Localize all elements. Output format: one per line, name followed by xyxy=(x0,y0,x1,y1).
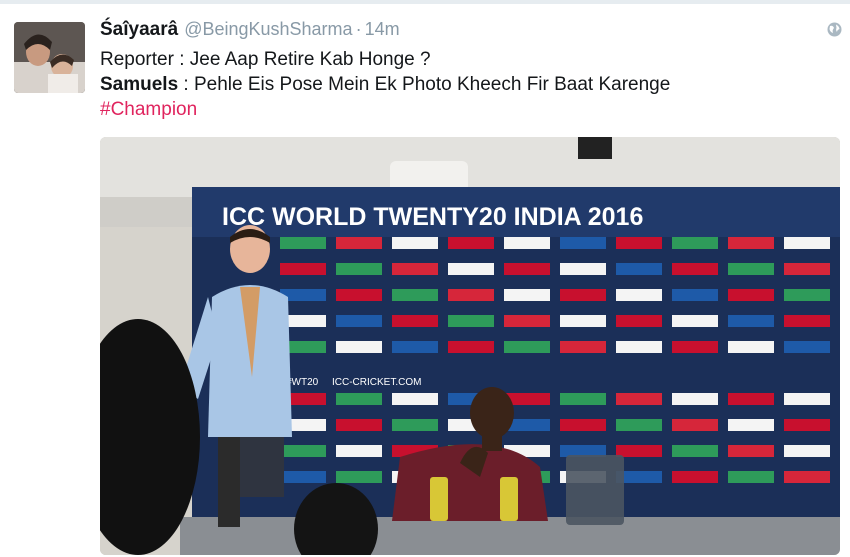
avatar[interactable] xyxy=(14,22,85,93)
tweet-line-samuels: Samuels : Pehle Eis Pose Mein Ek Photo K… xyxy=(100,72,670,97)
separator-dot: · xyxy=(355,19,362,39)
wall-site: ICC-CRICKET.COM xyxy=(332,377,421,388)
display-name[interactable]: Śaîyaarâ xyxy=(100,19,178,40)
globe-icon[interactable] xyxy=(827,22,842,37)
user-handle[interactable]: @BeingKushSharma xyxy=(184,19,352,39)
tweet-line-hashtag: #Champion xyxy=(100,97,670,122)
tweet-line-reporter: Reporter : Jee Aap Retire Kab Honge ? xyxy=(100,49,431,70)
tweet-timestamp[interactable]: 14m xyxy=(365,19,400,39)
hashtag-link[interactable]: #Champion xyxy=(100,99,197,120)
backdrop-title: ICC WORLD TWENTY20 INDIA 2016 xyxy=(222,203,643,231)
speaker-quote: : Pehle Eis Pose Mein Ek Photo Kheech Fi… xyxy=(178,74,671,95)
tweet-photo[interactable]: ICC WORLD TWENTY20 INDIA 2016 #WT20 ICC-… xyxy=(100,137,840,555)
top-divider xyxy=(0,0,850,4)
speaker-name: Samuels xyxy=(100,74,179,95)
wall-hashtag: #WT20 xyxy=(286,377,319,388)
tweet-header: Śaîyaarâ @BeingKushSharma · 14m xyxy=(100,19,400,45)
tweet-text: Reporter : Jee Aap Retire Kab Honge ? Sa… xyxy=(100,47,670,122)
